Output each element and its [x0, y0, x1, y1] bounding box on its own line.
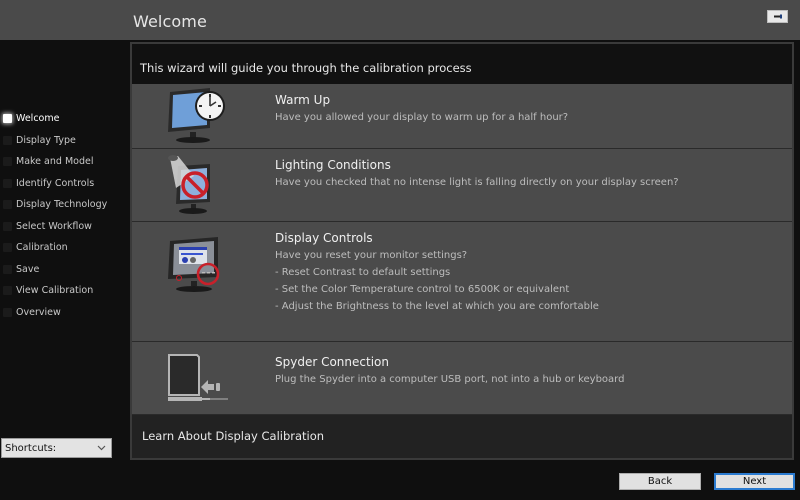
sidebar-item-label: Make and Model: [16, 155, 94, 167]
sidebar-item-label: Display Technology: [16, 198, 108, 210]
step-checklist-item: - Adjust the Brightness to the level at …: [275, 301, 599, 312]
sidebar-item-display-type[interactable]: Display Type: [0, 131, 128, 149]
step-description: Plug the Spyder into a computer USB port…: [275, 374, 625, 385]
shortcuts-selected-value: Shortcuts:: [5, 442, 57, 454]
sidebar-item-label: Identify Controls: [16, 177, 95, 189]
step-indicator: [3, 285, 12, 295]
sidebar-item-label: Select Workflow: [16, 220, 92, 232]
intro-text: This wizard will guide you through the c…: [140, 61, 472, 75]
sidebar-item-label: Welcome: [16, 112, 60, 124]
step-title: Display Controls: [275, 231, 373, 245]
step-checklist-item: - Set the Color Temperature control to 6…: [275, 284, 570, 295]
sidebar-item-save[interactable]: Save: [0, 260, 128, 278]
step-description: Have you checked that no intense light i…: [275, 177, 679, 188]
sidebar-item-label: View Calibration: [16, 284, 94, 296]
monitor-light-prohibited-icon: [168, 155, 210, 214]
chevron-down-icon: [97, 445, 106, 451]
step-description: Have you reset your monitor settings?: [275, 250, 468, 261]
learn-about-calibration-link[interactable]: Learn About Display Calibration: [142, 429, 324, 443]
step-description: Have you allowed your display to warm up…: [275, 112, 569, 123]
sidebar-item-calibration[interactable]: Calibration: [0, 238, 128, 256]
step-title: Lighting Conditions: [275, 158, 391, 172]
step-indicator: [3, 178, 12, 188]
collapse-arrow-icon: [774, 14, 782, 19]
sidebar-item-make-and-model[interactable]: Make and Model: [0, 152, 128, 170]
step-indicator: [3, 113, 12, 123]
page-title: Welcome: [133, 12, 207, 31]
step-title: Spyder Connection: [275, 355, 389, 369]
step-indicator: [3, 264, 12, 274]
step-checklist-item: - Reset Contrast to default settings: [275, 267, 451, 278]
shortcuts-dropdown[interactable]: Shortcuts:: [1, 438, 112, 458]
sidebar-item-display-technology[interactable]: Display Technology: [0, 195, 128, 213]
monitor-clock-icon: [168, 88, 225, 143]
sidebar-item-label: Calibration: [16, 241, 68, 253]
step-spyder-connection: Spyder Connection Plug the Spyder into a…: [132, 342, 792, 415]
step-indicator: [3, 156, 12, 166]
sidebar-item-select-workflow[interactable]: Select Workflow: [0, 217, 128, 235]
next-button[interactable]: Next: [714, 473, 795, 490]
sidebar-item-label: Overview: [16, 306, 61, 318]
step-indicator: [3, 221, 12, 231]
main-panel: This wizard will guide you through the c…: [130, 42, 794, 460]
sidebar-item-identify-controls[interactable]: Identify Controls: [0, 174, 128, 192]
monitor-controls-icon: [168, 237, 220, 292]
collapse-button[interactable]: [767, 10, 788, 23]
step-lighting-conditions: Lighting Conditions Have you checked tha…: [132, 149, 792, 222]
step-indicator: [3, 242, 12, 252]
header-bar: Welcome: [0, 0, 800, 40]
step-title: Warm Up: [275, 93, 331, 107]
sidebar-item-overview[interactable]: Overview: [0, 303, 128, 321]
back-button[interactable]: Back: [619, 473, 701, 490]
intro-banner: This wizard will guide you through the c…: [132, 44, 792, 84]
step-indicator: [3, 199, 12, 209]
sidebar-item-view-calibration[interactable]: View Calibration: [0, 281, 128, 299]
step-indicator: [3, 307, 12, 317]
step-indicator: [3, 135, 12, 145]
sidebar-item-label: Save: [16, 263, 40, 275]
step-warm-up: Warm Up Have you allowed your display to…: [132, 84, 792, 149]
sidebar-item-label: Display Type: [16, 134, 76, 146]
usb-connection-icon: [168, 354, 228, 401]
step-display-controls: Display Controls Have you reset your mon…: [132, 222, 792, 342]
sidebar-item-welcome[interactable]: Welcome: [0, 109, 128, 127]
wizard-steps-sidebar: Welcome Display Type Make and Model Iden…: [0, 40, 128, 500]
